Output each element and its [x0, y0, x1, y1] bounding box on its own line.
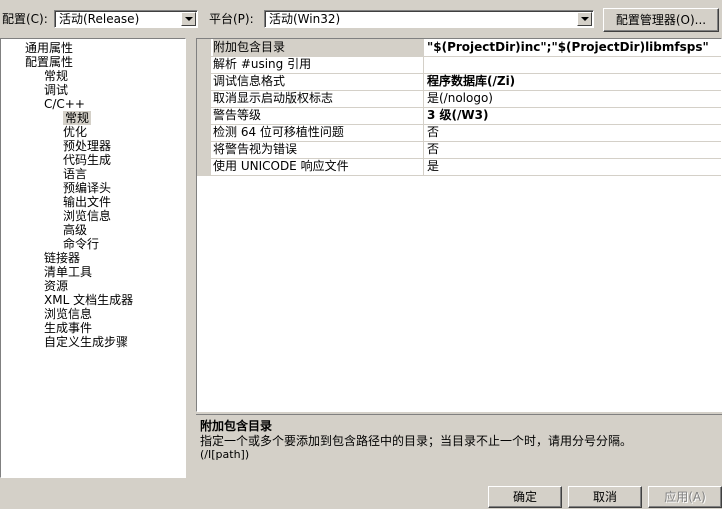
grid-row-name: 使用 UNICODE 响应文件 [213, 158, 424, 175]
ok-button[interactable]: 确定 [488, 486, 562, 508]
chevron-down-icon[interactable] [577, 12, 592, 26]
tree-item-browse-info-2[interactable]: 浏览信息 [44, 307, 92, 321]
platform-select-value: 活动(Win32) [269, 12, 341, 26]
tree-item-common-props[interactable]: 通用属性 [25, 41, 73, 55]
tree-item-custom-build-step[interactable]: 自定义生成步骤 [44, 335, 128, 349]
config-manager-button[interactable]: 配置管理器(O)... [603, 8, 719, 32]
grid-row-resolve-using[interactable]: 解析 #using 引用 [197, 56, 721, 74]
grid-row-name: 警告等级 [213, 107, 424, 124]
tree-item-optimization[interactable]: 优化 [63, 125, 87, 139]
grid-row-value[interactable]: 程序数据库(/Zi) [427, 73, 719, 90]
tree-item-debugging[interactable]: 调试 [44, 83, 68, 97]
grid-row-name: 解析 #using 引用 [213, 56, 424, 73]
tree-item-advanced[interactable]: 高级 [63, 223, 87, 237]
grid-row-additional-include-dirs[interactable]: 附加包含目录 "$(ProjectDir)inc";"$(ProjectDir)… [197, 39, 721, 57]
tree-item-language[interactable]: 语言 [63, 167, 87, 181]
cancel-button[interactable]: 取消 [568, 486, 642, 508]
platform-select[interactable]: 活动(Win32) [264, 10, 594, 28]
grid-row-warnings-as-errors[interactable]: 将警告视为错误 否 [197, 141, 721, 159]
grid-row-name: 取消显示启动版权标志 [213, 90, 424, 107]
tree-item-command-line[interactable]: 命令行 [63, 237, 99, 251]
config-label: 配置(C): [2, 12, 48, 26]
tree-item-preprocessor[interactable]: 预处理器 [63, 139, 111, 153]
property-tree[interactable]: 通用属性 配置属性 常规 调试 C/C++ 常规 优化 预处理器 代码生成 语言… [0, 38, 186, 478]
grid-row-warning-level[interactable]: 警告等级 3 级(/W3) [197, 107, 721, 125]
chevron-down-icon[interactable] [181, 12, 196, 26]
tree-item-precompiled-headers[interactable]: 预编译头 [63, 181, 111, 195]
description-switch: (/I[path]) [200, 448, 250, 461]
grid-row-value[interactable]: 是 [427, 158, 719, 175]
platform-label: 平台(P): [209, 12, 254, 26]
grid-row-name: 将警告视为错误 [213, 141, 424, 158]
apply-button[interactable]: 应用(A) [648, 486, 722, 508]
grid-row-value[interactable]: 否 [427, 124, 719, 141]
config-select[interactable]: 活动(Release) [54, 10, 198, 28]
tree-item-build-events[interactable]: 生成事件 [44, 321, 92, 335]
grid-row-debug-info-format[interactable]: 调试信息格式 程序数据库(/Zi) [197, 73, 721, 91]
tree-item-xml-doc-generator[interactable]: XML 文档生成器 [44, 293, 133, 307]
grid-row-value[interactable]: "$(ProjectDir)inc";"$(ProjectDir)libmfsp… [427, 39, 719, 56]
grid-row-unicode-response[interactable]: 使用 UNICODE 响应文件 是 [197, 158, 721, 176]
grid-row-suppress-banner[interactable]: 取消显示启动版权标志 是(/nologo) [197, 90, 721, 108]
property-grid[interactable]: 附加包含目录 "$(ProjectDir)inc";"$(ProjectDir)… [196, 38, 722, 412]
tree-item-code-generation[interactable]: 代码生成 [63, 153, 111, 167]
tree-item-cpp[interactable]: C/C++ [44, 97, 85, 111]
tree-item-config-props[interactable]: 配置属性 [25, 55, 73, 69]
grid-row-name: 附加包含目录 [213, 39, 424, 56]
description-title: 附加包含目录 [200, 419, 273, 433]
grid-row-value[interactable]: 否 [427, 141, 719, 158]
tree-item-manifest-tool[interactable]: 清单工具 [44, 265, 92, 279]
grid-row-value[interactable] [427, 56, 719, 73]
tree-item-general[interactable]: 常规 [44, 69, 68, 83]
grid-row-detect-64bit[interactable]: 检测 64 位可移植性问题 否 [197, 124, 721, 142]
tree-item-cpp-general[interactable]: 常规 [63, 111, 92, 125]
description-text: 指定一个或多个要添加到包含路径中的目录；当目录不止一个时，请用分号分隔。 [200, 434, 633, 448]
grid-row-name: 调试信息格式 [213, 73, 424, 90]
grid-row-name: 检测 64 位可移植性问题 [213, 124, 424, 141]
description-panel: 附加包含目录 指定一个或多个要添加到包含路径中的目录；当目录不止一个时，请用分号… [196, 414, 722, 478]
grid-row-value[interactable]: 3 级(/W3) [427, 107, 719, 124]
grid-row-value[interactable]: 是(/nologo) [427, 90, 719, 107]
tree-item-output-files[interactable]: 输出文件 [63, 195, 111, 209]
config-select-value: 活动(Release) [59, 12, 140, 26]
tree-item-linker[interactable]: 链接器 [44, 251, 80, 265]
tree-item-resources[interactable]: 资源 [44, 279, 68, 293]
tree-item-browse-info[interactable]: 浏览信息 [63, 209, 111, 223]
